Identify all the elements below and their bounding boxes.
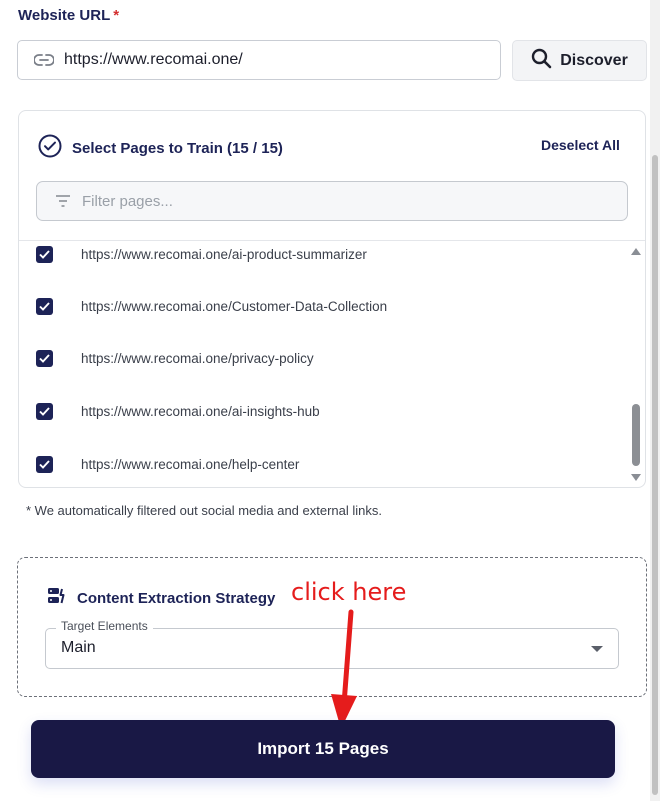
target-elements-value: Main <box>61 639 96 656</box>
checkbox-checked[interactable] <box>36 455 53 473</box>
list-item[interactable]: https://www.recomai.one/privacy-policy <box>19 340 629 376</box>
scroll-down-arrow-icon[interactable] <box>631 474 641 481</box>
check-circle-icon <box>38 134 62 162</box>
filter-icon <box>55 194 71 208</box>
list-scrollbar-thumb[interactable] <box>632 404 640 466</box>
strategy-heading: Content Extraction Strategy <box>47 587 275 609</box>
list-scrollbar[interactable] <box>628 242 644 486</box>
deselect-all-button[interactable]: Deselect All <box>541 137 620 153</box>
filter-note: * We automatically filtered out social m… <box>26 503 382 518</box>
select-pages-title: Select Pages to Train (15 / 15) <box>72 139 283 157</box>
page-scrollbar[interactable] <box>650 0 660 801</box>
list-item[interactable]: https://www.recomai.one/help-center <box>19 446 629 482</box>
list-item[interactable]: https://www.recomai.one/ai-product-summa… <box>19 241 629 272</box>
website-url-input[interactable]: https://www.recomai.one/ <box>17 40 501 80</box>
page-url: https://www.recomai.one/ai-product-summa… <box>81 246 367 262</box>
target-elements-label: Target Elements <box>56 619 153 633</box>
discover-button[interactable]: Discover <box>512 40 647 81</box>
website-url-value: https://www.recomai.one/ <box>64 51 243 68</box>
click-here-annotation: click here <box>291 578 407 606</box>
annotation-arrow-icon <box>326 608 366 738</box>
import-pages-label: Import 15 Pages <box>257 739 389 758</box>
required-mark: * <box>113 7 120 24</box>
filter-pages-input[interactable]: Filter pages... <box>36 181 628 221</box>
filter-placeholder: Filter pages... <box>82 192 173 210</box>
page-url: https://www.recomai.one/Customer-Data-Co… <box>81 298 388 314</box>
website-url-label-text: Website URL <box>18 7 111 24</box>
page-url: https://www.recomai.one/ai-insights-hub <box>81 403 320 419</box>
checkbox-checked[interactable] <box>36 402 53 420</box>
scroll-up-arrow-icon[interactable] <box>631 248 641 255</box>
list-item[interactable]: https://www.recomai.one/Customer-Data-Co… <box>19 288 629 324</box>
page-url: https://www.recomai.one/help-center <box>81 456 300 472</box>
page-list: https://www.recomai.one/ai-product-summa… <box>19 240 645 488</box>
page-scrollbar-thumb[interactable] <box>652 155 658 795</box>
list-item[interactable]: https://www.recomai.one/ai-insights-hub <box>19 393 629 429</box>
page-url: https://www.recomai.one/privacy-policy <box>81 350 314 366</box>
strategy-title: Content Extraction Strategy <box>77 589 276 607</box>
checkbox-checked[interactable] <box>36 297 53 315</box>
import-pages-button[interactable]: Import 15 Pages <box>31 720 615 778</box>
caret-down-icon[interactable] <box>591 646 603 652</box>
website-url-label: Website URL * <box>18 7 119 24</box>
checkbox-checked[interactable] <box>36 245 53 263</box>
search-icon <box>531 48 552 74</box>
checkbox-checked[interactable] <box>36 349 53 367</box>
discover-label: Discover <box>560 51 628 69</box>
select-pages-heading: Select Pages to Train (15 / 15) <box>38 134 283 162</box>
link-icon <box>34 52 56 68</box>
extraction-icon <box>47 587 67 609</box>
